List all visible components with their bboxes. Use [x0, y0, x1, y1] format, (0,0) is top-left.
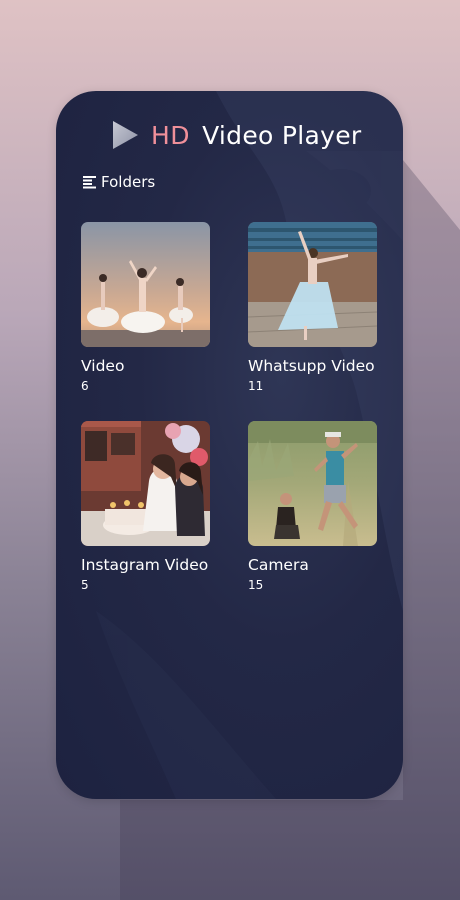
folder-card-video[interactable]: Video 6: [81, 222, 210, 393]
folder-name: Video: [81, 357, 125, 375]
folder-count: 5: [81, 578, 89, 592]
folder-card-whatsupp-video[interactable]: Whatsupp Video 11: [248, 222, 377, 393]
folder-count: 15: [248, 578, 264, 592]
folders-header: Folders: [83, 173, 155, 191]
folder-card-instagram-video[interactable]: Instagram Video 5: [81, 421, 210, 592]
folder-name: Instagram Video: [81, 556, 209, 574]
app-screen: HD Video Player Folders Video 6 Whatsupp…: [56, 91, 403, 799]
folder-thumbnail[interactable]: [81, 421, 210, 546]
app-title: Video Player: [202, 120, 362, 150]
folder-name: Whatsupp Video: [248, 357, 375, 375]
folder-name: Camera: [248, 556, 309, 574]
folder-thumbnail[interactable]: [248, 222, 377, 347]
folder-card-camera[interactable]: Camera 15: [248, 421, 377, 592]
folders-label: Folders: [101, 173, 156, 191]
folder-thumbnail[interactable]: [81, 222, 210, 347]
folder-count: 11: [248, 379, 264, 393]
app-title-hd: HD: [151, 120, 191, 150]
app-header: HD Video Player: [111, 117, 361, 153]
play-logo-icon: [113, 121, 138, 149]
folder-count: 6: [81, 379, 89, 393]
folder-list-icon: [83, 175, 96, 188]
folder-thumbnail[interactable]: [248, 421, 377, 546]
